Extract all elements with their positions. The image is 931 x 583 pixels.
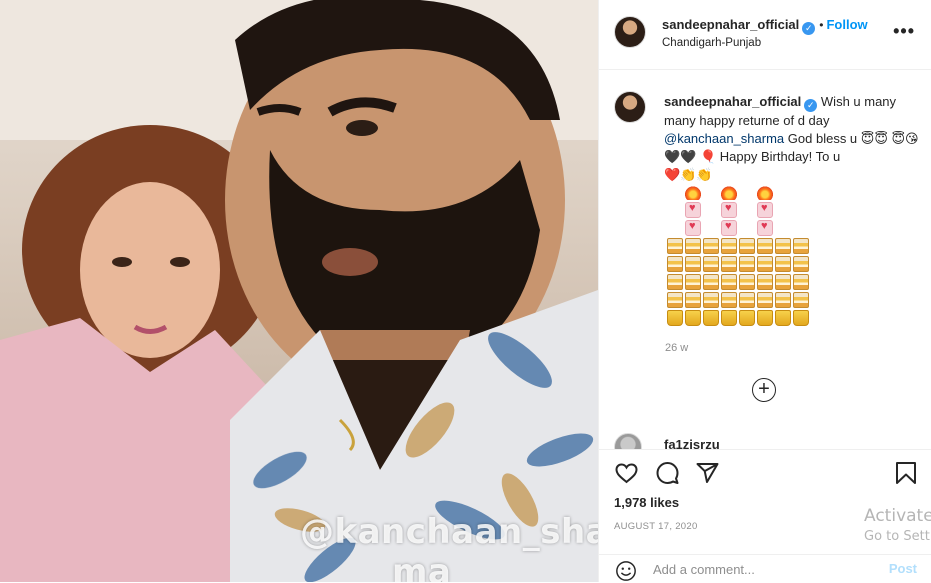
like-count[interactable]: 1,978 likes [614, 495, 679, 510]
commenter-avatar[interactable] [614, 433, 642, 449]
heart-emoji-icon [685, 220, 701, 236]
separator-dot: • [819, 18, 824, 32]
flame-emoji-icon [685, 184, 701, 200]
caption-text: sandeepnahar_official ✓ Wish u many many … [664, 93, 919, 184]
photo-overlay-line-1: @kanchaan_shar [300, 512, 598, 552]
heart-emoji-icon [721, 220, 737, 236]
cake-emoji-icon [685, 238, 701, 254]
cake-emoji-icon [721, 238, 737, 254]
cake-emoji-icon [685, 274, 701, 290]
cake-emoji-icon [739, 256, 755, 272]
cake-emoji-icon [739, 238, 755, 254]
post-comment-button[interactable]: Post [889, 561, 917, 576]
photo-overlay-line-2: ma [392, 552, 452, 582]
cake-emoji-icon [775, 238, 791, 254]
cake-emoji-icon [775, 274, 791, 290]
cake-emoji-icon [739, 292, 755, 308]
cake-emoji-icon [703, 256, 719, 272]
flame-emoji-icon [757, 184, 773, 200]
emoji-icon[interactable] [614, 560, 638, 582]
caption-mention-link[interactable]: @kanchaan_sharma [664, 131, 784, 146]
author-line: sandeepnahar_official ✓ • Follow [662, 16, 868, 35]
crown-emoji-icon [739, 310, 755, 326]
cake-emoji-icon [667, 256, 683, 272]
share-icon[interactable] [695, 461, 720, 485]
cake-emoji-icon [703, 292, 719, 308]
heart-emoji-icon [757, 202, 773, 218]
heart-emoji-icon [685, 202, 701, 218]
cake-emoji-icon [793, 274, 809, 290]
cake-emoji-icon [721, 256, 737, 272]
cake-emoji-icon [757, 274, 773, 290]
flame-emoji-icon [721, 184, 737, 200]
more-options-icon[interactable]: ••• [893, 22, 915, 40]
cake-emoji-icon [739, 274, 755, 290]
post-location[interactable]: Chandigarh-Punjab [662, 37, 761, 49]
post-side-panel: sandeepnahar_official ✓ • Follow Chandigarh… [598, 0, 931, 582]
cake-emoji-icon [721, 274, 737, 290]
heart-emoji-icon [757, 220, 773, 236]
cake-emoji-icon [667, 238, 683, 254]
post-actions: 1,978 likes AUGUST 17, 2020 Post [599, 449, 931, 582]
cake-emoji-icon [721, 292, 737, 308]
cake-emoji-icon [685, 292, 701, 308]
birthday-cake-emoji-art [667, 184, 817, 328]
load-more-icon[interactable]: + [752, 378, 776, 402]
crown-emoji-icon [685, 310, 701, 326]
comment-icon[interactable] [655, 461, 680, 485]
comments-section[interactable]: sandeepnahar_official ✓ Wish u many many … [599, 71, 931, 449]
photo-overlay-text: @kanchaan_shar ma [300, 512, 598, 582]
crown-emoji-icon [793, 310, 809, 326]
comment-input[interactable] [653, 558, 883, 580]
caption-username[interactable]: sandeepnahar_official [664, 94, 801, 109]
cake-emoji-icon [793, 256, 809, 272]
crown-emoji-icon [721, 310, 737, 326]
cake-emoji-icon [757, 292, 773, 308]
cake-emoji-icon [775, 256, 791, 272]
author-avatar[interactable] [614, 16, 646, 48]
cake-emoji-icon [757, 256, 773, 272]
post-photo[interactable]: @kanchaan_shar ma [0, 0, 598, 582]
post-date[interactable]: AUGUST 17, 2020 [614, 521, 698, 532]
cake-emoji-icon [793, 238, 809, 254]
add-comment-bar: Post [599, 554, 931, 583]
follow-button[interactable]: Follow [826, 17, 867, 32]
bookmark-icon[interactable] [895, 461, 917, 485]
heart-emoji-icon [721, 202, 737, 218]
cake-emoji-icon [703, 238, 719, 254]
caption-text-part-2: God bless u [787, 131, 858, 146]
cake-emoji-icon [793, 292, 809, 308]
photo-illustration [0, 0, 598, 582]
author-username[interactable]: sandeepnahar_official [662, 17, 799, 32]
cake-emoji-icon [685, 256, 701, 272]
caption-time-ago[interactable]: 26 w [665, 342, 688, 354]
crown-emoji-icon [757, 310, 773, 326]
heart-clap-emoji-icon: ❤️👏👏 [664, 167, 713, 182]
caption-author-avatar[interactable] [614, 91, 646, 123]
crown-emoji-icon [703, 310, 719, 326]
cake-emoji-icon [667, 274, 683, 290]
crown-emoji-icon [667, 310, 683, 326]
cake-emoji-icon [757, 238, 773, 254]
cake-emoji-icon [775, 292, 791, 308]
verified-badge-icon: ✓ [802, 22, 816, 35]
crown-emoji-icon [775, 310, 791, 326]
cake-emoji-icon [703, 274, 719, 290]
verified-badge-icon: ✓ [804, 99, 818, 112]
cake-emoji-icon [667, 292, 683, 308]
post-header: sandeepnahar_official ✓ • Follow Chandigarh… [599, 0, 931, 70]
heart-icon[interactable] [614, 461, 639, 485]
commenter-username[interactable]: fa1zisrzu [664, 437, 720, 449]
caption-text-part-3: Happy Birthday! To u [719, 149, 841, 164]
